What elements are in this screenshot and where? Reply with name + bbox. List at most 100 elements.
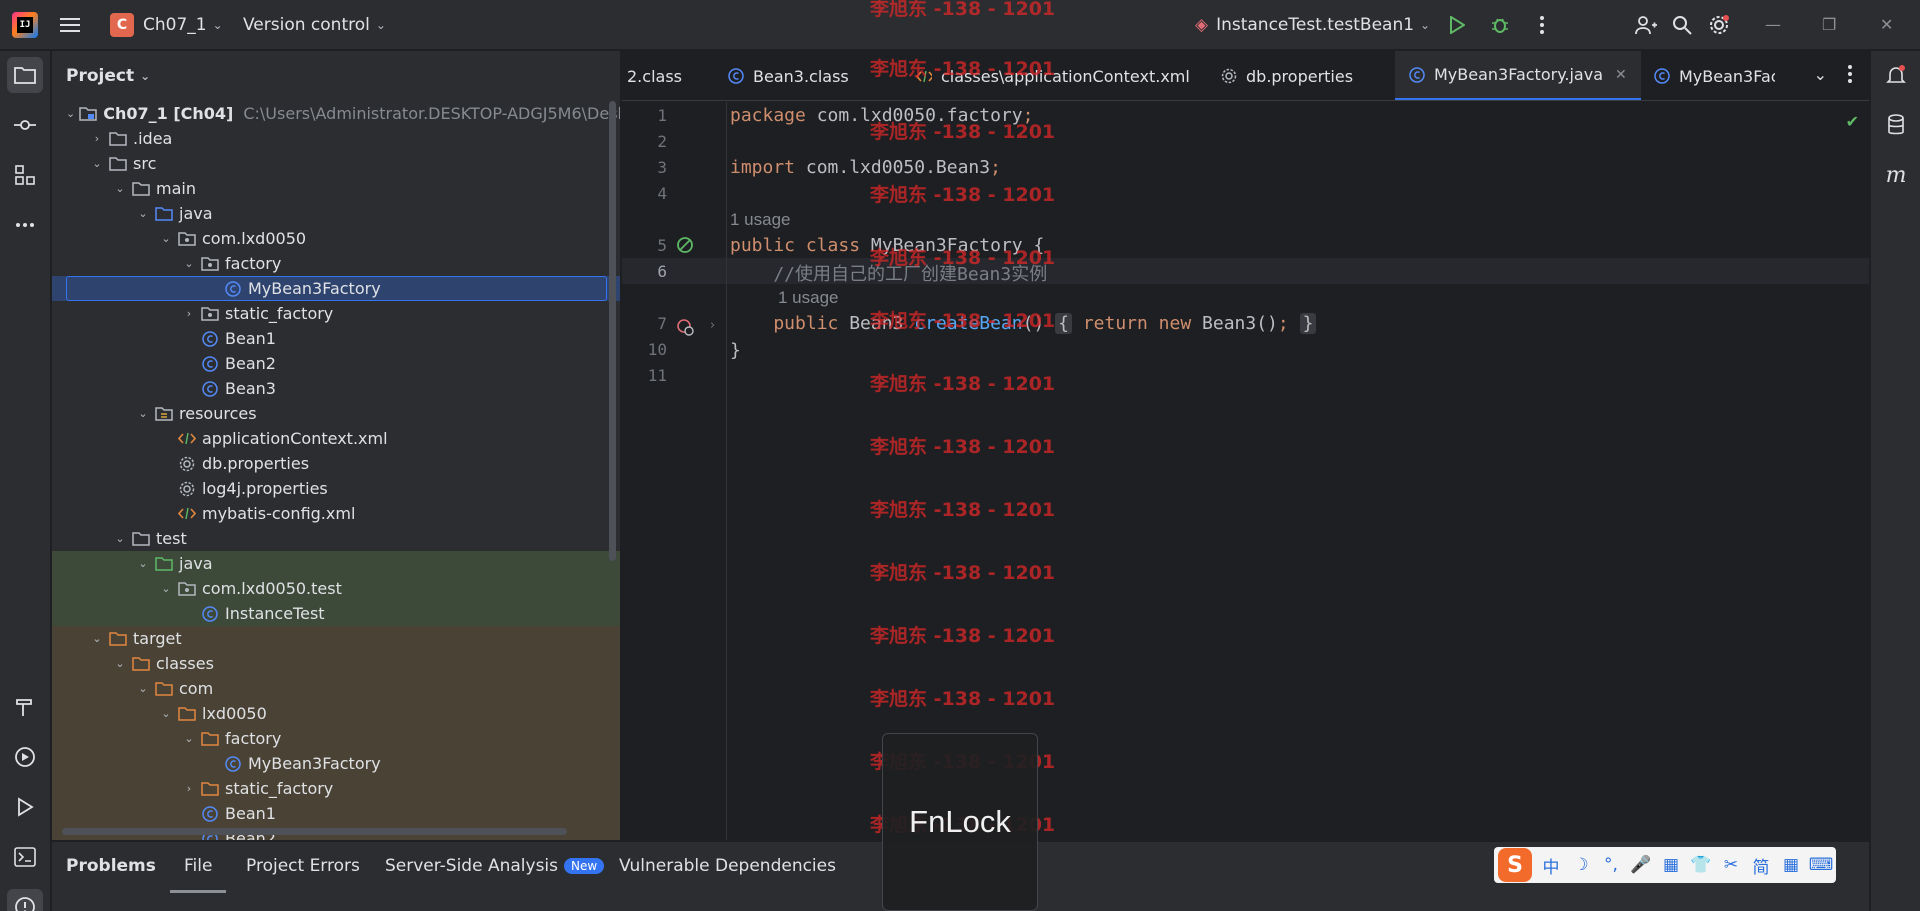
chevron-down-icon[interactable]: ⌄ bbox=[135, 682, 151, 695]
chevron-down-icon[interactable]: ⌄ bbox=[158, 707, 174, 720]
tree-node[interactable]: mybatis-config.xml bbox=[52, 501, 620, 526]
line-number-gutter[interactable]: › 1 2 3 4 5 6 7 10 11 bbox=[622, 102, 727, 840]
tab-more-icon[interactable] bbox=[1847, 64, 1853, 88]
tree-node[interactable]: ⌄ java bbox=[52, 551, 620, 576]
implemented-marker-icon[interactable] bbox=[675, 235, 695, 255]
services-tool-button[interactable] bbox=[7, 739, 43, 775]
tree-node[interactable]: ⌄ com.lxd0050 bbox=[52, 226, 620, 251]
editor-tab[interactable]: MyBean3Fac bbox=[1640, 51, 1775, 100]
terminal-tool-button[interactable] bbox=[7, 839, 43, 875]
project-tree-horizontal-scrollbar[interactable] bbox=[62, 828, 567, 835]
run-button[interactable] bbox=[1443, 11, 1471, 39]
tab-server-side-analysis[interactable]: Server-Side Analysis New bbox=[385, 856, 605, 876]
chevron-down-icon[interactable]: ⌄ bbox=[112, 532, 128, 545]
chevron-down-icon[interactable]: ⌄ bbox=[89, 632, 105, 645]
tree-node[interactable]: MyBean3Factory bbox=[52, 751, 620, 776]
main-menu-button[interactable] bbox=[60, 0, 80, 50]
ime-toolbar-item[interactable]: 🎤 bbox=[1626, 855, 1656, 875]
line-number[interactable]: 6 bbox=[622, 262, 667, 281]
chevron-right-icon[interactable]: › bbox=[181, 307, 197, 320]
ime-toolbar-item[interactable]: 中 bbox=[1536, 853, 1566, 878]
ime-toolbar-item[interactable]: °, bbox=[1596, 855, 1626, 875]
close-icon[interactable]: ✕ bbox=[1880, 15, 1893, 34]
tree-node[interactable]: ⌄ Ch07_1 [Ch04] C:\Users\Administrator.DES… bbox=[52, 101, 620, 126]
chevron-down-icon[interactable]: ⌄ bbox=[181, 257, 197, 270]
chevron-down-icon[interactable]: ⌄ bbox=[112, 182, 128, 195]
tree-node[interactable]: log4j.properties bbox=[52, 476, 620, 501]
code-editor[interactable]: › 1 2 3 4 5 6 7 10 11 package com.lxd0050.factor… bbox=[622, 102, 1869, 840]
line-number[interactable]: 4 bbox=[622, 184, 667, 203]
problems-tool-button[interactable] bbox=[7, 889, 43, 911]
intellij-logo-icon[interactable]: IJ bbox=[12, 12, 38, 38]
editor-tab[interactable]: Bean3.class bbox=[714, 51, 863, 100]
chevron-down-icon[interactable]: ⌄ bbox=[181, 732, 197, 745]
tree-node[interactable]: ⌄ test bbox=[52, 526, 620, 551]
maven-button[interactable]: m bbox=[1878, 157, 1914, 193]
tree-node[interactable]: ⌄ com bbox=[52, 676, 620, 701]
tree-node[interactable]: › static_factory bbox=[52, 776, 620, 801]
line-number[interactable]: 1 bbox=[622, 106, 667, 125]
chevron-down-icon[interactable]: ⌄ bbox=[135, 557, 151, 570]
tree-node[interactable]: InstanceTest bbox=[52, 601, 620, 626]
project-switcher[interactable]: C Ch07_1 ⌄ bbox=[110, 0, 223, 50]
chevron-down-icon[interactable]: ⌄ bbox=[89, 157, 105, 170]
usage-hint[interactable]: 1 usage bbox=[778, 288, 839, 308]
tree-node[interactable]: ⌄ classes bbox=[52, 651, 620, 676]
tab-vulnerable-dependencies[interactable]: Vulnerable Dependencies bbox=[619, 856, 836, 876]
tree-node[interactable]: Bean1 bbox=[52, 801, 620, 826]
line-number[interactable]: 3 bbox=[622, 158, 667, 177]
line-number[interactable]: 11 bbox=[622, 366, 667, 385]
project-panel-header[interactable]: Project ⌄ bbox=[66, 66, 150, 86]
tree-node[interactable]: ⌄ java bbox=[52, 201, 620, 226]
editor-tab[interactable]: MyBean3Factory.java ✕ bbox=[1395, 51, 1641, 100]
line-number[interactable]: 5 bbox=[622, 236, 667, 255]
project-tool-button[interactable] bbox=[7, 57, 43, 93]
more-actions-button[interactable] bbox=[1528, 11, 1556, 39]
editor-tab[interactable]: classes\applicationContext.xml bbox=[902, 51, 1204, 100]
sogou-logo-icon[interactable]: S bbox=[1498, 848, 1532, 882]
run-configuration-selector[interactable]: ◈ InstanceTest.testBean1 ⌄ bbox=[1195, 0, 1430, 50]
usage-hint[interactable]: 1 usage bbox=[730, 210, 791, 230]
ime-toolbar-item[interactable]: ☽ bbox=[1566, 855, 1596, 875]
build-tool-button[interactable] bbox=[7, 689, 43, 725]
tree-node[interactable]: Bean2 bbox=[52, 351, 620, 376]
more-tools-button[interactable] bbox=[7, 207, 43, 243]
tree-node[interactable]: › static_factory bbox=[52, 301, 620, 326]
editor-tab[interactable]: db.properties bbox=[1207, 51, 1367, 100]
tree-node[interactable]: ⌄ target bbox=[52, 626, 620, 651]
tree-node[interactable]: ⌄ lxd0050 bbox=[52, 701, 620, 726]
bean-method-marker-icon[interactable] bbox=[675, 317, 695, 337]
fold-chevron-icon[interactable]: › bbox=[710, 318, 715, 333]
notifications-button[interactable] bbox=[1878, 57, 1914, 93]
run-tool-button[interactable] bbox=[7, 789, 43, 825]
chevron-down-icon[interactable]: ⌄ bbox=[135, 407, 151, 420]
restore-icon[interactable]: ❐ bbox=[1822, 15, 1836, 34]
debug-button[interactable] bbox=[1486, 11, 1514, 39]
tree-node[interactable]: ⌄ factory bbox=[52, 726, 620, 751]
database-button[interactable] bbox=[1878, 107, 1914, 143]
chevron-down-icon[interactable]: ⌄ bbox=[135, 207, 151, 220]
ime-toolbar-item[interactable]: ⌨ bbox=[1806, 855, 1836, 875]
no-problems-check-icon[interactable]: ✔ bbox=[1846, 112, 1859, 131]
tab-project-errors[interactable]: Project Errors bbox=[246, 856, 360, 876]
project-tree-vertical-scrollbar[interactable] bbox=[609, 101, 616, 561]
line-number[interactable]: 10 bbox=[622, 340, 667, 359]
ime-toolbar-item[interactable]: 简 bbox=[1746, 853, 1776, 878]
tree-node[interactable]: ⌄ resources bbox=[52, 401, 620, 426]
search-button[interactable] bbox=[1668, 11, 1696, 39]
tab-file[interactable]: File bbox=[169, 856, 228, 893]
tab-list-chevron-icon[interactable]: ⌄ bbox=[1814, 65, 1827, 84]
chevron-down-icon[interactable]: ⌄ bbox=[158, 582, 174, 595]
editor-tab[interactable]: 2.class bbox=[622, 51, 696, 100]
ime-toolbar-item[interactable]: ▦ bbox=[1776, 855, 1806, 875]
ime-toolbar-item[interactable]: ▦ bbox=[1656, 855, 1686, 875]
tree-node[interactable]: ⌄ src bbox=[52, 151, 620, 176]
folded-region-open[interactable]: { bbox=[1055, 313, 1072, 334]
chevron-down-icon[interactable]: ⌄ bbox=[66, 107, 75, 120]
ime-toolbar-item[interactable]: 👕 bbox=[1686, 855, 1716, 875]
tree-node[interactable]: ⌄ com.lxd0050.test bbox=[52, 576, 620, 601]
chevron-down-icon[interactable]: ⌄ bbox=[158, 232, 174, 245]
tree-node[interactable]: db.properties bbox=[52, 451, 620, 476]
folded-region-close[interactable]: } bbox=[1299, 313, 1317, 334]
chevron-right-icon[interactable]: › bbox=[89, 132, 105, 145]
